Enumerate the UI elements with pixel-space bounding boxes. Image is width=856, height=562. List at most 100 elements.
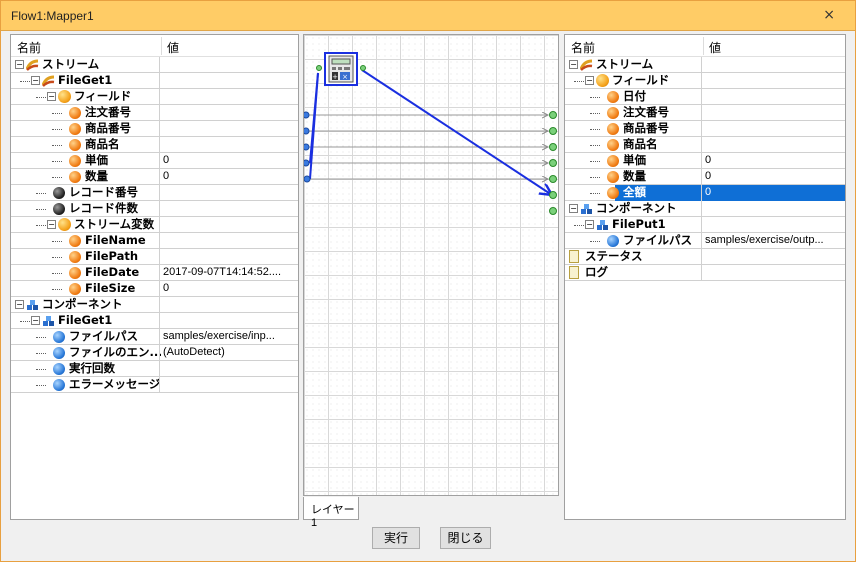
tree-row[interactable]: レコード番号 [11, 185, 298, 201]
value-column-header[interactable]: 値 [167, 39, 179, 56]
value-column-header[interactable]: 値 [709, 39, 721, 56]
source-tree-pane[interactable]: 名前 値 − ストリーム − FileGet1− フィールド 注文番号 商品番号 商品名 単価 0… [10, 34, 299, 520]
tree-row[interactable]: 日付 [565, 89, 845, 105]
tree-row[interactable]: ファイルパス samples/exercise/outp... [565, 233, 845, 249]
svg-text:+: + [332, 73, 338, 81]
orange-ball-icon [69, 105, 83, 121]
close-button[interactable]: 閉じる [440, 527, 491, 549]
tree-row[interactable]: − ストリーム [11, 57, 298, 73]
blue-ball-icon [53, 345, 67, 361]
tab-layer-1[interactable]: レイヤー1 [303, 497, 359, 529]
collapse-toggle[interactable]: − [585, 220, 594, 229]
orange-ball-icon [607, 153, 621, 169]
target-tree-pane[interactable]: 名前 値 − ストリーム − フィールド 日付 注文番号 商品番号 商品名 単価 0 数量 0 全額 0−… [564, 34, 846, 520]
source-tree-header: 名前 値 [11, 35, 298, 57]
tree-row[interactable]: FileSize 0 [11, 281, 298, 297]
run-button[interactable]: 実行 [372, 527, 420, 549]
field-group-icon [58, 89, 72, 105]
tree-row[interactable]: − コンポーネント [11, 297, 298, 313]
tree-row[interactable]: 注文番号 [11, 105, 298, 121]
orange-ball-icon [69, 153, 83, 169]
tree-row-label: 商品名 [623, 137, 658, 151]
document-icon [569, 265, 583, 281]
name-column-header[interactable]: 名前 [17, 39, 41, 56]
tree-row[interactable]: FileDate 2017-09-07T14:14:52.... [11, 265, 298, 281]
component-icon [26, 297, 40, 313]
tree-row[interactable]: 注文番号 [565, 105, 845, 121]
tree-row-label: ファイルパス [623, 233, 692, 247]
tree-row[interactable]: − フィールド [565, 73, 845, 89]
collapse-toggle[interactable]: − [31, 76, 40, 85]
tree-row-label: コンポーネント [42, 297, 123, 311]
tree-row[interactable]: エラーメッセージ [11, 377, 298, 393]
tree-row-value [705, 57, 845, 73]
tree-row[interactable]: − ストリーム変数 [11, 217, 298, 233]
tree-row-value [163, 201, 298, 217]
tree-row-label: 注文番号 [85, 105, 131, 119]
tree-row-label: コンポーネント [596, 201, 677, 215]
tree-row[interactable]: 全額 0 [565, 185, 845, 201]
tree-row-label: 日付 [623, 89, 646, 103]
collapse-toggle[interactable]: − [15, 300, 24, 309]
tree-row[interactable]: 単価 0 [11, 153, 298, 169]
tree-row[interactable]: FileName [11, 233, 298, 249]
tree-row-value [163, 233, 298, 249]
tree-row-label: FileSize [85, 281, 136, 295]
tree-row-value: 0 [705, 154, 712, 166]
node-input-port[interactable] [316, 65, 322, 71]
tree-row-value: 0 [705, 170, 712, 182]
tree-row-label: FilePut1 [612, 217, 666, 231]
tree-row[interactable]: 商品番号 [565, 121, 845, 137]
tree-row[interactable]: 数量 0 [11, 169, 298, 185]
mapping-line-from-node[interactable] [361, 69, 552, 195]
tree-row[interactable]: ファイルのエン... (AutoDetect) [11, 345, 298, 361]
collapse-toggle[interactable]: − [569, 60, 578, 69]
tree-row[interactable]: − コンポーネント [565, 201, 845, 217]
tree-row[interactable]: − フィールド [11, 89, 298, 105]
tree-row[interactable]: ステータス [565, 249, 845, 265]
collapse-toggle[interactable]: − [47, 92, 56, 101]
collapse-toggle[interactable]: − [47, 220, 56, 229]
tree-row[interactable]: FilePath [11, 249, 298, 265]
tree-row[interactable]: − FilePut1 [565, 217, 845, 233]
collapse-toggle[interactable]: − [569, 204, 578, 213]
tree-row-label: フィールド [74, 89, 132, 103]
collapse-toggle[interactable]: − [585, 76, 594, 85]
collapse-toggle[interactable]: − [15, 60, 24, 69]
stream-icon [580, 57, 594, 73]
collapse-toggle[interactable]: − [31, 316, 40, 325]
tree-row[interactable]: 商品名 [565, 137, 845, 153]
tree-row-label: 商品番号 [85, 121, 131, 135]
tree-row[interactable]: 商品番号 [11, 121, 298, 137]
tree-row-value [163, 105, 298, 121]
tree-row[interactable]: 商品名 [11, 137, 298, 153]
tree-row[interactable]: − FileGet1 [11, 73, 298, 89]
component-icon [42, 313, 56, 329]
node-output-port[interactable] [360, 65, 366, 71]
stream-icon [26, 57, 40, 73]
orange-ball-icon [607, 185, 621, 201]
title-bar[interactable]: Flow1:Mapper1 × [1, 1, 855, 31]
tree-row-value: 0 [163, 170, 170, 182]
tree-row[interactable]: レコード件数 [11, 201, 298, 217]
tree-row[interactable]: − FileGet1 [11, 313, 298, 329]
tree-row-value [163, 217, 298, 233]
target-tree: − ストリーム − フィールド 日付 注文番号 商品番号 商品名 単価 0 数量 0 全額 0− コンポーネ… [565, 57, 845, 281]
orange-ball-icon [69, 169, 83, 185]
calculator-node[interactable]: + × [324, 52, 358, 86]
orange-ball-icon [607, 89, 621, 105]
mapping-canvas[interactable]: + × [303, 34, 559, 496]
tree-row-value [705, 89, 845, 105]
close-icon[interactable]: × [823, 7, 835, 23]
tree-row-label: ストリーム [42, 57, 100, 71]
name-column-header[interactable]: 名前 [571, 39, 595, 56]
tree-row-value [163, 89, 298, 105]
tree-row-label: 商品番号 [623, 121, 669, 135]
tree-row[interactable]: ログ [565, 265, 845, 281]
tree-row[interactable]: 数量 0 [565, 169, 845, 185]
tree-row[interactable]: 単価 0 [565, 153, 845, 169]
tree-row[interactable]: ファイルパス samples/exercise/inp... [11, 329, 298, 345]
tree-row[interactable]: 実行回数 [11, 361, 298, 377]
tree-row-label: ステータス [585, 249, 643, 263]
tree-row[interactable]: − ストリーム [565, 57, 845, 73]
